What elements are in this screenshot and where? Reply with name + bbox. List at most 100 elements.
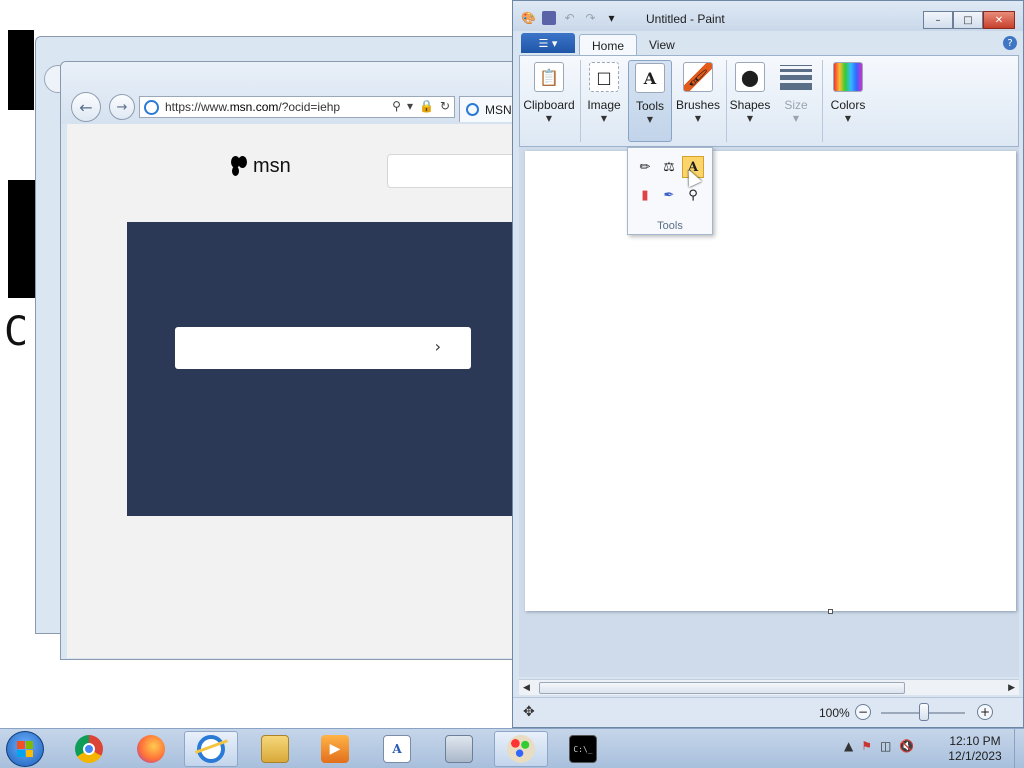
minimize-button[interactable]: –	[923, 11, 953, 29]
taskbar-cmd[interactable]: C:\_	[556, 731, 610, 767]
save-icon[interactable]	[542, 10, 556, 25]
chevron-down-icon: ▼	[694, 114, 702, 123]
media-player-icon: ▶	[321, 735, 349, 763]
close-button[interactable]: ✕	[983, 11, 1015, 29]
resize-handle[interactable]	[828, 609, 833, 614]
explorer-icon	[261, 735, 289, 763]
scroll-thumb[interactable]	[539, 682, 905, 694]
maximize-icon: □	[963, 14, 973, 26]
clock-time: 12:10 PM	[949, 734, 1001, 748]
forward-button[interactable]: →	[109, 94, 135, 120]
chevron-down-icon: ▼	[545, 114, 553, 123]
msn-butterfly-icon	[229, 154, 249, 178]
zoom-level: 100%	[819, 706, 850, 720]
lock-icon[interactable]: 🔒	[419, 99, 434, 113]
move-cursor-icon: ✥	[523, 704, 535, 720]
zoom-in-button[interactable]: +	[977, 704, 993, 720]
volume-muted-icon[interactable]: 🔇	[899, 739, 914, 753]
back-button[interactable]: ←	[71, 92, 101, 122]
taskbar-chrome[interactable]	[62, 731, 116, 767]
msn-logo[interactable]: msn	[229, 154, 291, 178]
dropdown-icon[interactable]: ▾	[407, 99, 413, 113]
undo-icon[interactable]: ↶	[562, 10, 577, 25]
brushes-group[interactable]: 🖌 Brushes ▼	[676, 60, 720, 142]
search-icon[interactable]: ⚲	[392, 99, 401, 113]
system-tray: ▲ ⚑ ◫ 🔇	[844, 739, 914, 753]
chevron-down-icon: ▼	[844, 114, 852, 123]
quick-access-toolbar: 🎨 ↶ ↷ ▾	[521, 10, 619, 25]
start-button[interactable]	[6, 731, 44, 767]
color-picker-icon[interactable]: ✒	[658, 184, 680, 206]
paint-icon	[507, 735, 535, 763]
taskbar-explorer[interactable]	[248, 731, 302, 767]
paint-app-icon[interactable]: 🎨	[521, 10, 536, 25]
chevron-down-icon: ▼	[792, 114, 800, 123]
zoom-slider-thumb[interactable]	[919, 703, 929, 721]
tools-dropdown: ✏ ⚖ A ▮ ✒ ⚲ Tools	[627, 147, 713, 235]
ie-tab-icon	[466, 103, 479, 116]
ribbon-home: 📋 Clipboard ▼ □ Image ▼ A Tools ▼ 🖌 Brus…	[519, 55, 1019, 147]
windows-logo-icon	[17, 741, 33, 757]
wordpad-icon: A	[383, 735, 411, 763]
msn-hero-banner: ›	[127, 222, 524, 516]
network-icon[interactable]: ◫	[880, 739, 891, 753]
ie-window[interactable]: ← → https://www.msn.com/?ocid=iehp ⚲ ▾ 🔒…	[60, 61, 525, 660]
taskbar-ie[interactable]	[184, 731, 238, 767]
select-icon: □	[589, 62, 619, 92]
colors-icon	[833, 62, 863, 92]
address-text[interactable]: https://www.msn.com/?ocid=iehp	[165, 100, 340, 114]
minimize-icon: –	[935, 14, 941, 26]
taskbar-firefox[interactable]	[124, 731, 178, 767]
file-menu-button[interactable]: ☰ ▾	[521, 33, 575, 53]
size-group[interactable]: Size ▼	[774, 60, 818, 142]
image-group[interactable]: □ Image ▼	[582, 60, 626, 142]
help-icon[interactable]: ?	[1003, 36, 1017, 50]
tab-view[interactable]: View	[637, 34, 687, 56]
chevron-right-icon[interactable]: ›	[435, 337, 441, 356]
paint-title-bar[interactable]: 🎨 ↶ ↷ ▾ Untitled - Paint – □ ✕	[513, 1, 1023, 31]
clock[interactable]: 12:10 PM 12/1/2023	[940, 734, 1010, 764]
maximize-button[interactable]: □	[953, 11, 983, 29]
chevron-down-icon: ▼	[646, 115, 654, 124]
chevron-down-icon: ▼	[600, 114, 608, 123]
msn-search-box[interactable]	[387, 154, 524, 188]
hero-input-field[interactable]: ›	[175, 327, 471, 369]
tools-group[interactable]: A Tools ▼	[628, 60, 672, 142]
taskbar-media-player[interactable]: ▶	[308, 731, 362, 767]
eraser-icon[interactable]: ▮	[634, 184, 656, 206]
taskbar: ▶ A C:\_ ▲ ⚑ ◫ 🔇 12:10 PM 12/1/2023	[0, 728, 1024, 768]
action-center-icon[interactable]: ⚑	[861, 739, 872, 753]
fill-icon[interactable]: ⚖	[658, 156, 680, 178]
address-bar[interactable]: https://www.msn.com/?ocid=iehp ⚲ ▾ 🔒 ↻	[139, 96, 455, 118]
canvas-area	[519, 147, 1019, 677]
desktop-background-letter: C	[4, 309, 29, 355]
tab-home[interactable]: Home	[579, 34, 638, 56]
taskbar-wordpad[interactable]: A	[370, 731, 424, 767]
paint-window[interactable]: 🎨 ↶ ↷ ▾ Untitled - Paint – □ ✕ ☰ ▾ Home …	[512, 0, 1024, 728]
show-hidden-icons-icon[interactable]: ▲	[844, 739, 853, 753]
taskbar-calculator[interactable]	[432, 731, 486, 767]
horizontal-scrollbar[interactable]: ◀ ▶	[519, 679, 1019, 695]
ie-toolbar: ← → https://www.msn.com/?ocid=iehp ⚲ ▾ 🔒…	[61, 62, 524, 124]
zoom-out-button[interactable]: −	[855, 704, 871, 720]
colors-group[interactable]: Colors ▼	[826, 60, 870, 142]
taskbar-paint[interactable]	[494, 731, 548, 767]
clipboard-group[interactable]: 📋 Clipboard ▼	[522, 60, 576, 142]
show-desktop-button[interactable]	[1014, 729, 1024, 768]
magnifier-icon[interactable]: ⚲	[682, 184, 704, 206]
refresh-icon[interactable]: ↻	[440, 99, 450, 113]
shapes-group[interactable]: ⬤ Shapes ▼	[730, 60, 770, 142]
pencil-icon[interactable]: ✏	[634, 156, 656, 178]
redo-icon[interactable]: ↷	[583, 10, 598, 25]
size-icon	[780, 62, 812, 92]
clipboard-icon: 📋	[534, 62, 564, 92]
msn-page: msn ›	[67, 124, 524, 658]
tools-popup-label: Tools	[657, 220, 683, 232]
window-title: Untitled - Paint	[646, 12, 725, 26]
scroll-left-icon[interactable]: ◀	[523, 680, 530, 696]
drawing-canvas[interactable]	[525, 151, 1016, 614]
tools-icon: A	[635, 63, 665, 93]
scroll-right-icon[interactable]: ▶	[1008, 680, 1015, 696]
ie-page-icon	[144, 99, 159, 115]
customize-qat-icon[interactable]: ▾	[604, 10, 619, 25]
